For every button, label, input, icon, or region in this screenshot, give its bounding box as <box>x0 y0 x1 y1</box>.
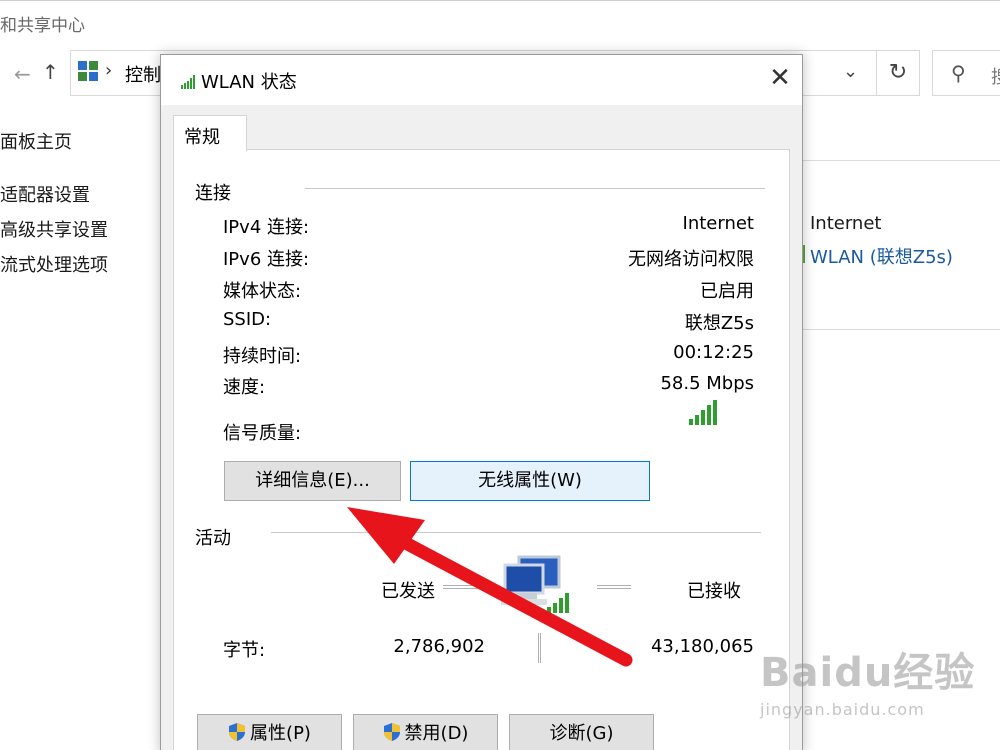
bytes-label: 字节: <box>223 640 266 661</box>
baidu-watermark: Baidu经验 jingyan.baidu.com <box>760 640 975 719</box>
signal-quality-label: 信号质量: <box>223 423 302 444</box>
breadcrumb-chevron-icon: › <box>105 60 113 81</box>
wifi-signal-icon <box>181 75 195 89</box>
activity-divider <box>271 532 761 533</box>
tab-general[interactable]: 常规 <box>173 115 247 151</box>
wireless-properties-button[interactable]: 无线属性(W) <box>410 461 650 501</box>
disable-button[interactable]: 禁用(D) <box>353 714 498 750</box>
dialog-titlebar[interactable]: WLAN 状态 ✕ <box>161 55 802 105</box>
nav-link-adapter[interactable]: 适配器设置 <box>0 181 90 207</box>
explorer-titlebar: 和共享中心 <box>0 0 1000 44</box>
properties-button-label: 属性(P) <box>250 723 311 744</box>
ssid-label: SSID: <box>223 309 272 330</box>
nav-link-sharing[interactable]: 高级共享设置 <box>0 216 108 242</box>
dialog-title: WLAN 状态 <box>201 72 297 93</box>
ssid-value: 联想Z5s <box>684 313 754 334</box>
shield-icon <box>229 723 246 741</box>
wlan-status-dialog: WLAN 状态 ✕ 常规 连接 IPv4 连接: Internet IPv6 连… <box>160 54 803 750</box>
signal-strength-icon <box>689 399 719 425</box>
media-state-value: 已启用 <box>700 281 754 302</box>
ipv6-label: IPv6 连接: <box>223 249 310 270</box>
search-placeholder: 搜 <box>991 63 1000 89</box>
bytes-received-value: 43,180,065 <box>650 636 754 657</box>
address-path: 控制 <box>125 65 161 86</box>
chevron-down-icon[interactable]: ⌄ <box>843 61 858 82</box>
received-label: 已接收 <box>687 581 741 602</box>
nav-link-home[interactable]: 面板主页 <box>0 128 72 154</box>
connection-section-title: 连接 <box>195 183 231 204</box>
watermark-logo: Baidu经验 <box>760 650 976 696</box>
network-computers-icon <box>501 555 569 613</box>
diagnose-button[interactable]: 诊断(G) <box>509 714 654 750</box>
sent-label: 已发送 <box>381 581 435 602</box>
duration-value: 00:12:25 <box>673 342 754 363</box>
nav-link-streaming[interactable]: 流式处理选项 <box>0 251 108 277</box>
search-input[interactable]: ⚲ 搜 <box>932 50 1000 96</box>
bytes-sent-value: 2,786,902 <box>393 636 485 657</box>
ipv4-label: IPv4 连接: <box>223 217 310 238</box>
control-panel-icon <box>78 61 98 81</box>
sent-line <box>443 585 483 589</box>
ipv4-value: Internet <box>682 213 754 234</box>
tab-general-label: 常规 <box>184 127 220 148</box>
received-line <box>597 585 631 589</box>
properties-button[interactable]: 属性(P) <box>197 714 342 750</box>
connection-divider <box>305 188 765 189</box>
back-icon[interactable]: ← <box>14 62 31 86</box>
ipv6-value: 无网络访问权限 <box>628 249 754 270</box>
watermark-url: jingyan.baidu.com <box>760 700 925 719</box>
explorer-window-title: 和共享中心 <box>0 16 85 36</box>
up-icon[interactable]: ↑ <box>42 60 59 84</box>
access-type-value: Internet <box>810 213 882 234</box>
search-icon: ⚲ <box>951 61 966 85</box>
duration-label: 持续时间: <box>223 346 302 367</box>
bytes-separator <box>538 633 541 663</box>
media-state-label: 媒体状态: <box>223 281 302 302</box>
tab-panel <box>173 149 790 750</box>
disable-button-label: 禁用(D) <box>404 723 469 744</box>
shield-icon <box>383 723 400 741</box>
wlan-connection-link[interactable]: WLAN (联想Z5s) <box>810 243 953 269</box>
activity-section-title: 活动 <box>195 528 231 549</box>
speed-label: 速度: <box>223 377 266 398</box>
close-icon[interactable]: ✕ <box>765 63 795 93</box>
details-button[interactable]: 详细信息(E)... <box>224 461 401 501</box>
refresh-button[interactable]: ↻ <box>876 50 920 96</box>
active-network-panel: Internet WLAN (联想Z5s) <box>800 160 1000 330</box>
speed-value: 58.5 Mbps <box>660 373 754 394</box>
